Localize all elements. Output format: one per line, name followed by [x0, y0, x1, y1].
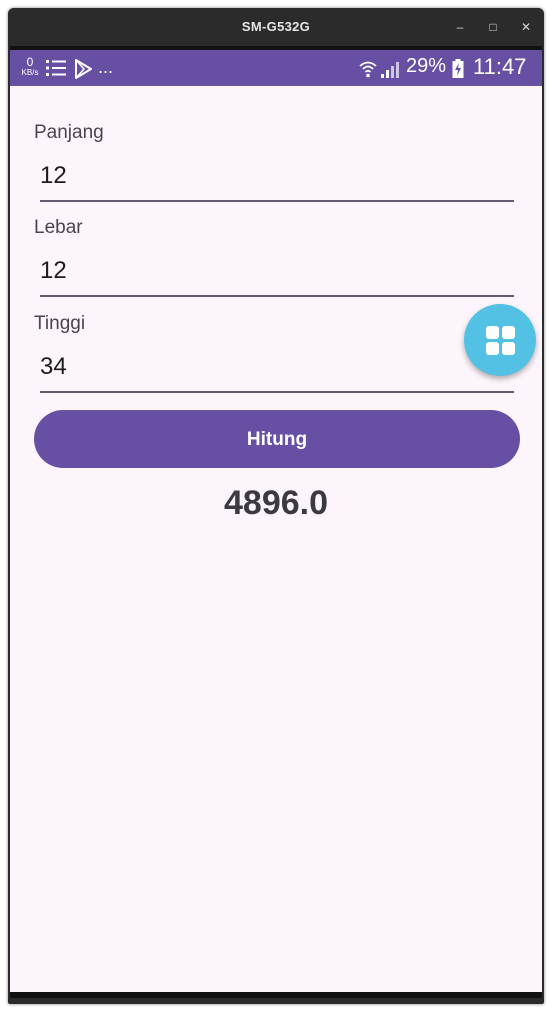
- clock: 11:47: [473, 54, 527, 79]
- result-text: 4896.0: [224, 484, 328, 522]
- phone-screen: 0 KB/s ... 29% 11:47 Panjang 12 Lebar 12…: [10, 46, 542, 998]
- window-titlebar[interactable]: SM-G532G – □ ✕: [8, 8, 544, 46]
- tinggi-label: Tinggi: [34, 313, 86, 334]
- floating-grid-button[interactable]: [464, 304, 536, 376]
- close-button[interactable]: ✕: [517, 18, 535, 36]
- panjang-input[interactable]: [40, 156, 500, 196]
- lebar-input[interactable]: [40, 251, 500, 291]
- network-speed: 0 KB/s: [17, 56, 43, 77]
- minimize-button[interactable]: –: [451, 18, 469, 36]
- hitung-button[interactable]: Hitung: [34, 410, 520, 468]
- tinggi-field[interactable]: [40, 347, 514, 393]
- lebar-field[interactable]: [40, 251, 514, 297]
- network-speed-unit: KB/s: [21, 68, 39, 77]
- signal-icon: [380, 59, 402, 84]
- lebar-label: Lebar: [34, 217, 83, 238]
- play-store-icon: [73, 59, 93, 84]
- more-notifications: ...: [98, 57, 114, 77]
- screen-edge-bottom: [10, 992, 542, 998]
- status-bar: 0 KB/s ... 29% 11:47: [10, 50, 542, 86]
- emulator-window: SM-G532G – □ ✕ 0 KB/s ... 29% 11:47 Panj…: [8, 8, 544, 1004]
- battery-charging-icon: [452, 59, 464, 84]
- network-speed-value: 0: [26, 55, 34, 69]
- maximize-button[interactable]: □: [484, 18, 502, 36]
- panjang-label: Panjang: [34, 122, 104, 143]
- list-icon: [46, 59, 66, 82]
- wifi-icon: [358, 59, 378, 84]
- battery-percent: 29%: [406, 55, 447, 77]
- tinggi-input[interactable]: [40, 347, 500, 387]
- panjang-field[interactable]: [40, 156, 514, 202]
